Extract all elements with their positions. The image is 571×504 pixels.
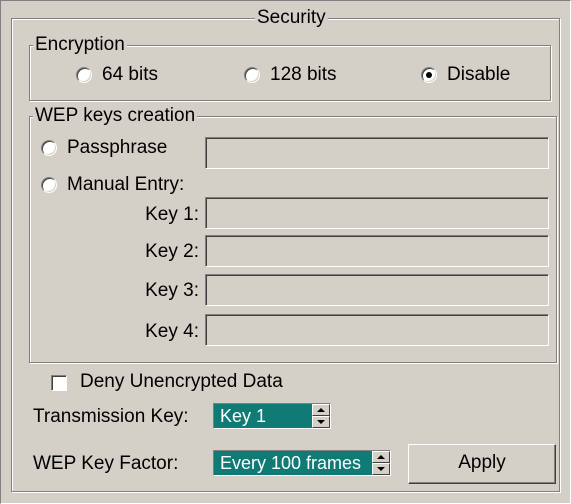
key-4-field[interactable] <box>205 314 549 346</box>
key-1-label: Key 1: <box>145 204 199 225</box>
radio-passphrase[interactable]: Passphrase <box>41 137 167 159</box>
apply-button[interactable]: Apply <box>408 444 556 484</box>
deny-unencrypted-label: Deny Unencrypted Data <box>80 371 283 392</box>
encryption-title: Encryption <box>33 34 127 56</box>
spin-up-arrow-icon[interactable] <box>372 451 390 463</box>
transmission-key-spin-buttons <box>312 404 330 428</box>
key-2-field[interactable] <box>205 235 549 267</box>
security-panel: Security Encryption 64 bits 128 bits Dis… <box>0 0 571 504</box>
key-4-label: Key 4: <box>145 321 199 342</box>
key-3-label: Key 3: <box>145 280 199 301</box>
spin-down-arrow-icon[interactable] <box>312 416 330 428</box>
radio-128-bits-indicator[interactable] <box>244 67 260 83</box>
key-1-field[interactable] <box>205 197 549 229</box>
radio-passphrase-indicator[interactable] <box>41 140 57 156</box>
radio-passphrase-label: Passphrase <box>67 137 168 158</box>
wep-key-factor-spin-buttons <box>372 451 390 475</box>
passphrase-field[interactable] <box>205 137 549 169</box>
transmission-key-value[interactable]: Key 1 <box>214 404 312 428</box>
radio-64-bits-indicator[interactable] <box>76 67 92 83</box>
radio-64-bits[interactable]: 64 bits <box>76 64 158 86</box>
wep-key-factor-label: WEP Key Factor: <box>33 453 179 474</box>
radio-disable[interactable]: Disable <box>421 64 510 86</box>
wep-key-factor-spinner[interactable]: Every 100 frames <box>213 450 391 476</box>
wep-key-factor-value[interactable]: Every 100 frames <box>214 451 372 475</box>
radio-128-bits-label: 128 bits <box>270 64 337 85</box>
radio-manual-entry-indicator[interactable] <box>41 177 57 193</box>
security-title: Security <box>255 7 328 29</box>
radio-64-bits-label: 64 bits <box>102 64 158 85</box>
radio-disable-label: Disable <box>447 64 511 85</box>
radio-128-bits[interactable]: 128 bits <box>244 64 337 86</box>
radio-manual-entry[interactable]: Manual Entry: <box>41 174 184 196</box>
transmission-key-label: Transmission Key: <box>33 406 189 427</box>
transmission-key-spinner[interactable]: Key 1 <box>213 403 331 429</box>
key-3-field[interactable] <box>205 274 549 306</box>
spin-up-arrow-icon[interactable] <box>312 404 330 416</box>
deny-unencrypted-checkbox[interactable] <box>51 375 67 391</box>
key-2-label: Key 2: <box>145 241 199 262</box>
radio-manual-entry-label: Manual Entry: <box>67 174 185 195</box>
wep-keys-title: WEP keys creation <box>33 105 198 127</box>
spin-down-arrow-icon[interactable] <box>372 463 390 475</box>
radio-disable-indicator[interactable] <box>421 67 437 83</box>
